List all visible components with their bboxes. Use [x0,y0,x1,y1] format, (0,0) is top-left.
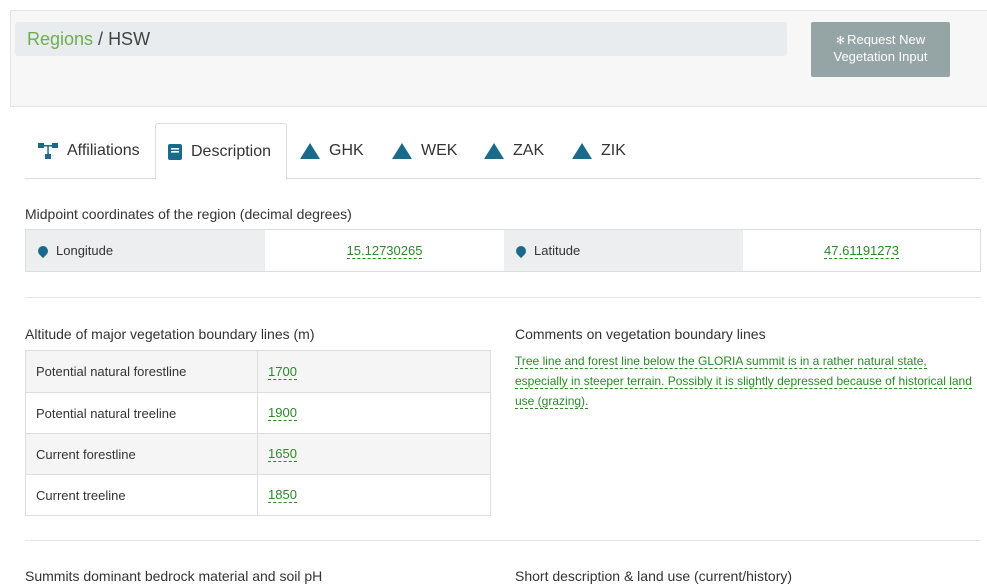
row-value-cell: 1900 [258,393,297,433]
tab-zik[interactable]: ZIK [572,123,626,179]
latitude-label-cell: Latitude [504,230,743,271]
mountain-icon [572,143,592,159]
tab-label: ZAK [513,142,545,159]
longitude-value-cell: 15.12730265 [265,230,504,271]
comments-title: Comments on vegetation boundary lines [515,326,766,342]
latitude-label: Latitude [534,243,581,258]
tab-zak[interactable]: ZAK [484,123,544,179]
tab-label: WEK [421,142,458,159]
tab-label: Description [191,142,272,160]
tab-bar: Affiliations Description GHK WEK ZAK ZIK [25,123,981,180]
request-button-label-2: Vegetation Input [833,49,928,64]
row-label: Potential natural treeline [26,393,258,433]
longitude-value[interactable]: 15.12730265 [346,243,423,259]
altitude-table: Potential natural forestline 1700 Potent… [25,350,491,516]
mountain-icon [300,143,320,159]
tab-label: ZIK [601,142,626,159]
request-vegetation-input-button[interactable]: ✻ Request New Vegetation Input [811,22,950,77]
divider [25,297,981,298]
tab-label: GHK [329,142,364,159]
bedrock-title: Summits dominant bedrock material and so… [25,568,323,584]
row-value-cell: 1700 [258,351,297,392]
latitude-value[interactable]: 47.61191273 [824,243,899,259]
row-label: Potential natural forestline [26,351,258,392]
longitude-label-cell: Longitude [26,230,265,271]
tab-affiliations[interactable]: Affiliations [38,123,140,179]
map-marker-icon [35,243,51,258]
coordinates-table: Longitude 15.12730265 Latitude 47.611912… [25,229,981,272]
tab-description[interactable]: Description [155,123,287,180]
sitemap-icon [38,143,58,159]
tab-ghk[interactable]: GHK [300,123,364,179]
row-label: Current forestline [26,434,258,474]
comments-text: Tree line and forest line below the GLOR… [515,354,972,409]
row-value-cell: 1650 [258,434,297,474]
row-value[interactable]: 1650 [268,446,297,462]
table-row: Potential natural forestline 1700 [26,351,490,392]
seedling-icon: ✻ [835,35,846,47]
tab-wek[interactable]: WEK [392,123,457,179]
mountain-icon [392,143,412,159]
row-value[interactable]: 1850 [268,487,297,503]
request-button-label-1: Request New [847,32,926,47]
breadcrumb-regions-link[interactable]: Regions [27,29,93,49]
latitude-value-cell: 47.61191273 [743,230,980,271]
short-description-title: Short description & land use (current/hi… [515,568,793,584]
table-row: Current forestline 1650 [26,433,490,474]
breadcrumb-current: HSW [108,29,151,49]
longitude-label: Longitude [56,243,114,258]
row-value[interactable]: 1700 [268,364,297,380]
table-row: Current treeline 1850 [26,474,490,515]
book-icon [168,143,182,160]
divider [25,540,981,541]
comments-text-block[interactable]: Tree line and forest line below the GLOR… [515,351,981,411]
tab-label: Affiliations [67,142,140,159]
midpoint-title: Midpoint coordinates of the region (deci… [25,206,352,222]
row-value[interactable]: 1900 [268,405,297,421]
altitude-title: Altitude of major vegetation boundary li… [25,326,315,342]
row-value-cell: 1850 [258,475,297,515]
map-marker-icon [513,243,529,258]
breadcrumb: Regions / HSW [15,22,787,56]
breadcrumb-separator: / [93,29,109,49]
row-label: Current treeline [26,475,258,515]
table-row: Potential natural treeline 1900 [26,392,490,433]
mountain-icon [484,143,504,159]
